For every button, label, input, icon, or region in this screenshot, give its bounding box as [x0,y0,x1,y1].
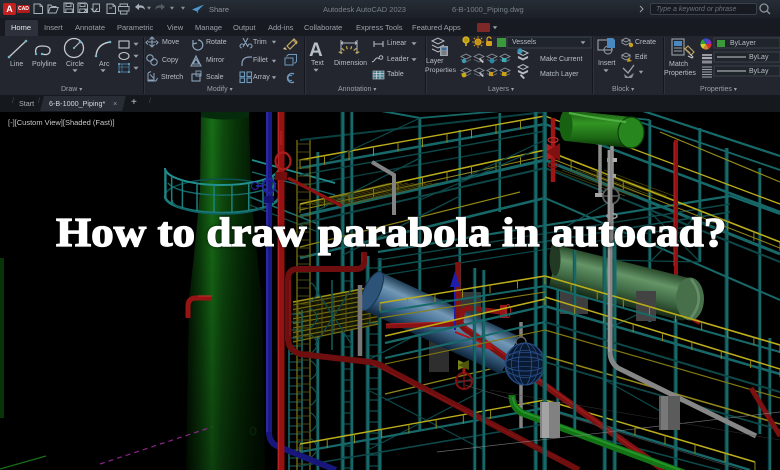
svg-text:A: A [309,40,323,61]
